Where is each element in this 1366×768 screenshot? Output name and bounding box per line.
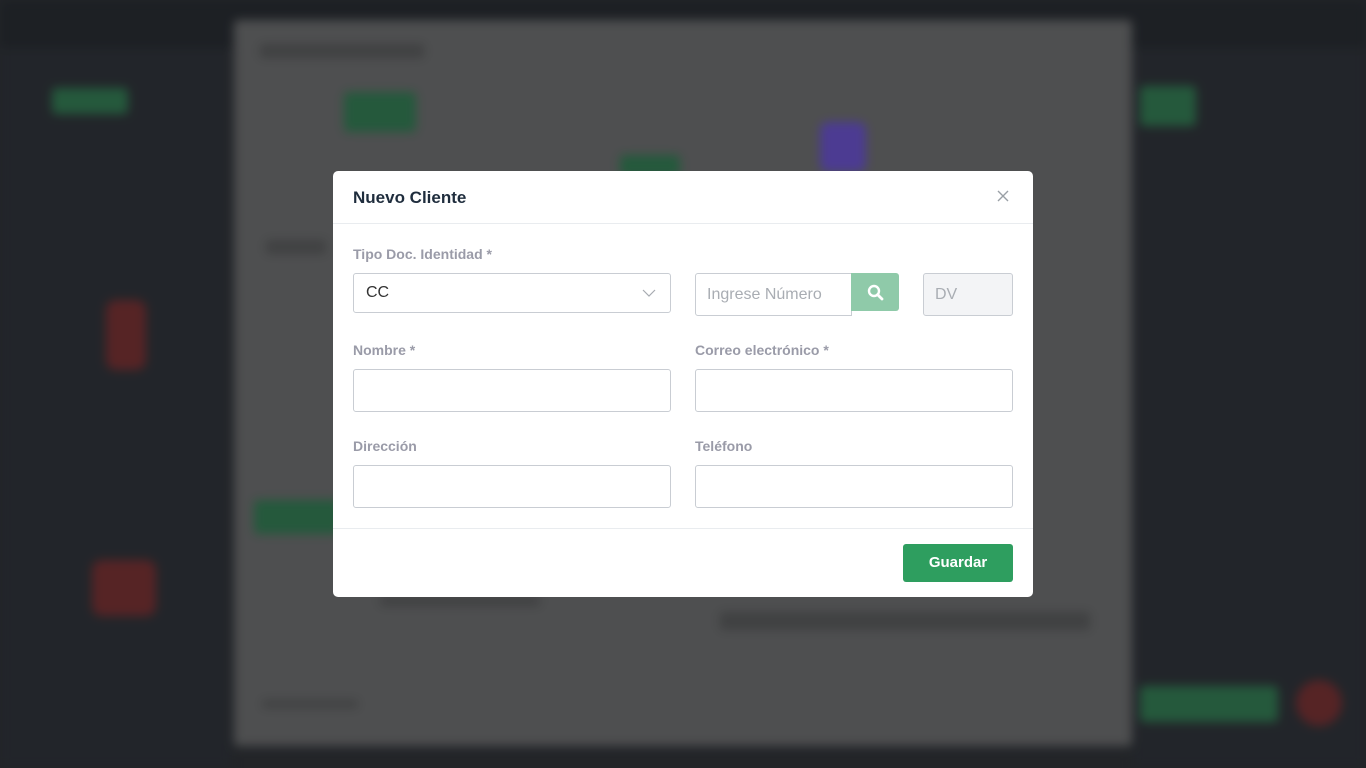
dv-input[interactable]: DV [923,273,1013,316]
phone-label: Teléfono [695,438,753,454]
modal-body: Tipo Doc. Identidad * CC Ingrese Número … [333,224,1033,528]
search-button[interactable] [851,273,899,311]
name-input[interactable] [353,369,671,412]
name-label: Nombre * [353,342,416,358]
modal-footer: Guardar [333,528,1033,597]
new-client-modal: Nuevo Cliente Tipo Doc. Identidad * CC I… [333,171,1033,597]
save-button[interactable]: Guardar [903,544,1013,582]
doc-type-label: Tipo Doc. Identidad * [353,246,492,262]
address-label: Dirección [353,438,417,454]
chevron-down-icon [642,289,656,297]
doc-type-value: CC [366,284,390,301]
close-icon[interactable] [995,188,1011,204]
dv-placeholder: DV [935,286,958,303]
email-label: Correo electrónico * [695,342,829,358]
doc-number-placeholder: Ingrese Número [707,286,822,303]
modal-title: Nuevo Cliente [353,188,467,207]
phone-input[interactable] [695,465,1013,508]
doc-type-select[interactable]: CC [353,273,671,313]
search-icon [867,284,884,301]
modal-header: Nuevo Cliente [333,171,1033,224]
email-input[interactable] [695,369,1013,412]
doc-number-input[interactable]: Ingrese Número [695,273,852,316]
address-input[interactable] [353,465,671,508]
